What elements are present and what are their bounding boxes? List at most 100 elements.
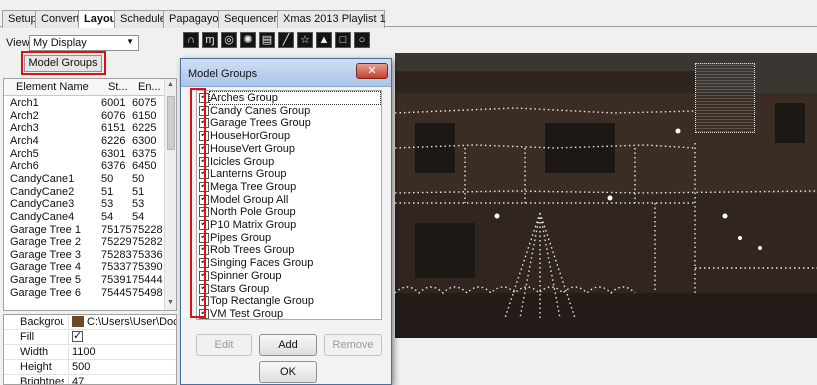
circle-outline-icon[interactable]: ○ (354, 32, 370, 48)
element-list-scrollbar[interactable]: ▲ ▼ (164, 79, 176, 310)
end-channel-cell: 75498 (132, 286, 163, 299)
model-group-item[interactable]: HouseHorGroup (197, 129, 381, 143)
table-row[interactable]: CandyCane2 51 51 (4, 186, 166, 199)
candy-cane-icon[interactable]: ɱ (202, 32, 218, 48)
model-group-item[interactable]: Candy Canes Group (197, 104, 381, 118)
model-group-item[interactable]: Model Group All (197, 193, 381, 207)
arch-icon[interactable]: ∩ (183, 32, 199, 48)
tree-icon[interactable]: ▲ (316, 32, 332, 48)
add-button[interactable]: Add (259, 334, 317, 356)
model-group-item[interactable]: Top Rectangle Group (197, 294, 381, 308)
col-start[interactable]: St... (108, 81, 128, 93)
tab-setup[interactable]: Setup (2, 10, 37, 28)
star-burst-icon[interactable]: ✺ (240, 32, 256, 48)
checkbox-column-highlight (190, 88, 206, 318)
model-group-item[interactable]: Spinner Group (197, 269, 381, 283)
scroll-down-icon[interactable]: ▼ (167, 299, 174, 306)
table-row[interactable]: Garage Tree 3 75283 75336 (4, 249, 166, 262)
edit-button[interactable]: Edit (196, 334, 252, 356)
matrix-icon[interactable]: ▤ (259, 32, 275, 48)
table-row[interactable]: Garage Tree 4 75337 75390 (4, 261, 166, 274)
model-group-item[interactable]: P10 Matrix Group (197, 218, 381, 232)
prop-background-label: Backgroun (20, 316, 64, 328)
tab-layout[interactable]: Layout (78, 10, 120, 29)
prop-height-value[interactable]: 500 (68, 361, 90, 375)
scene-lights (395, 107, 817, 319)
model-group-item[interactable]: Stars Group (197, 282, 381, 296)
end-channel-cell: 75282 (132, 236, 163, 249)
start-channel-cell: 50 (101, 172, 114, 185)
fill-checkbox[interactable] (72, 329, 83, 342)
element-name-cell: Garage Tree 5 (10, 274, 81, 287)
prop-width-value[interactable]: 1100 (68, 346, 96, 360)
prop-fill[interactable]: Fill (4, 329, 176, 345)
prop-width-label: Width (20, 346, 49, 358)
group-label: P10 Matrix Group (210, 219, 297, 231)
element-name-cell: Garage Tree 6 (10, 286, 81, 299)
tab-convert[interactable]: Convert (35, 10, 80, 28)
model-group-item[interactable]: Lanterns Group (197, 167, 381, 181)
table-row[interactable]: Arch5 6301 6375 (4, 148, 166, 161)
end-channel-cell: 54 (132, 210, 145, 223)
model-group-item[interactable]: Rob Trees Group (197, 243, 381, 257)
end-channel-cell: 6150 (132, 109, 157, 122)
tab-schedule[interactable]: Schedule (114, 10, 166, 28)
model-group-item[interactable]: Pipes Group (197, 231, 381, 245)
table-row[interactable]: CandyCane1 50 50 (4, 173, 166, 186)
star-icon[interactable]: ☆ (297, 32, 313, 48)
model-group-item[interactable]: Garage Trees Group (197, 116, 381, 130)
tab-sequencer[interactable]: Sequencer (218, 10, 278, 28)
properties-grid: Backgroun C:\Users\User\Documen Fill Wid… (3, 314, 177, 385)
prop-background[interactable]: Backgroun C:\Users\User\Documen (4, 315, 176, 330)
group-label: Model Group All (210, 193, 289, 206)
scroll-up-icon[interactable]: ▲ (167, 81, 174, 88)
table-row[interactable]: Garage Tree 5 75391 75444 (4, 274, 166, 287)
table-row[interactable]: CandyCane4 54 54 (4, 211, 166, 224)
table-row[interactable]: Arch3 6151 6225 (4, 122, 166, 135)
view-dropdown[interactable]: My Display ▼ (29, 35, 139, 51)
prop-brightness-value[interactable]: 47 (68, 376, 84, 384)
circle-icon[interactable]: ◎ (221, 32, 237, 48)
end-channel-cell: 75336 (132, 248, 163, 261)
layout-preview-canvas[interactable] (395, 53, 817, 338)
element-list[interactable]: Element Name St... En... Arch1 6001 6075 Ar… (3, 78, 177, 311)
model-group-item[interactable]: VM Test Group (197, 307, 381, 319)
element-name-cell: Arch3 (10, 122, 39, 135)
model-group-item[interactable]: Mega Tree Group (197, 180, 381, 194)
scrollbar-thumb[interactable] (167, 96, 175, 150)
group-label: HouseHorGroup (210, 130, 291, 143)
prop-brightness[interactable]: Brightness 47 (4, 375, 176, 384)
model-group-item[interactable]: Singing Faces Group (197, 256, 381, 270)
tab-xmas-playlist[interactable]: Xmas 2013 Playlist 1 (277, 10, 386, 28)
table-row[interactable]: Garage Tree 2 75229 75282 (4, 236, 166, 249)
group-label: Arches Group (209, 91, 381, 105)
table-row[interactable]: CandyCane3 53 53 (4, 198, 166, 211)
prop-height[interactable]: Height 500 (4, 360, 176, 375)
prop-width[interactable]: Width 1100 (4, 345, 176, 360)
table-row[interactable]: Arch6 6376 6450 (4, 160, 166, 173)
table-row[interactable]: Arch4 6226 6300 (4, 135, 166, 148)
close-button[interactable]: ✕ (356, 63, 388, 79)
model-group-item[interactable]: HouseVert Group (197, 142, 381, 156)
end-channel-cell: 50 (132, 172, 145, 185)
square-icon[interactable]: □ (335, 32, 351, 48)
view-dropdown-value: My Display (33, 37, 87, 49)
group-label: Rob Trees Group (210, 244, 295, 257)
table-row[interactable]: Arch1 6001 6075 (4, 97, 166, 110)
remove-button[interactable]: Remove (324, 334, 382, 356)
model-groups-list[interactable]: Arches GroupCandy Canes GroupGarage Tree… (196, 90, 382, 320)
model-group-item[interactable]: North Pole Group (197, 205, 381, 219)
prop-background-value[interactable]: C:\Users\User\Documen (68, 316, 176, 330)
col-element-name[interactable]: Element Name (16, 81, 89, 93)
col-end[interactable]: En... (138, 81, 161, 93)
prop-fill-value[interactable] (68, 329, 83, 345)
table-row[interactable]: Garage Tree 6 75445 75498 (4, 287, 166, 300)
start-channel-cell: 54 (101, 210, 114, 223)
table-row[interactable]: Garage Tree 1 75175 75228 (4, 224, 166, 237)
model-group-item[interactable]: Icicles Group (197, 155, 381, 169)
ok-button[interactable]: OK (259, 361, 317, 383)
line-icon[interactable]: ╱ (278, 32, 294, 48)
tab-papagayo[interactable]: Papagayo (163, 10, 219, 28)
table-row[interactable]: Arch2 6076 6150 (4, 110, 166, 123)
model-group-item[interactable]: Arches Group (197, 91, 381, 105)
